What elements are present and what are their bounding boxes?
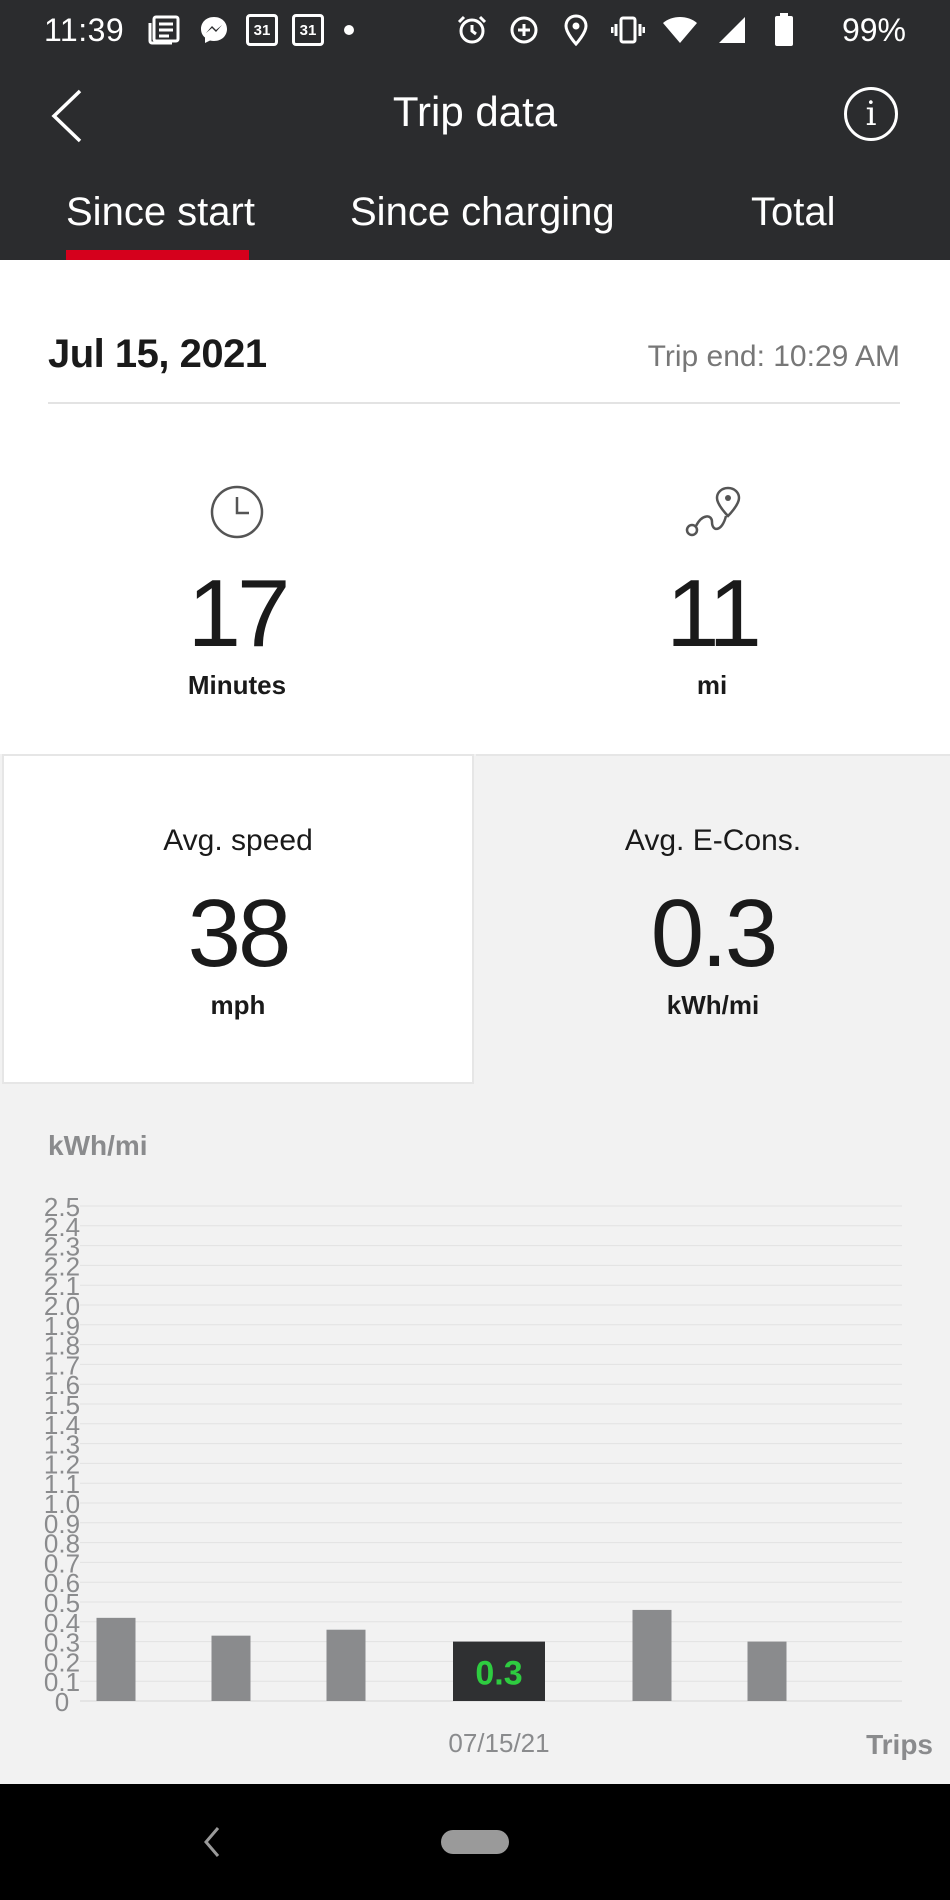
- system-nav-bar: [0, 1784, 950, 1900]
- avg-econs-card[interactable]: Avg. E-Cons. 0.3 kWh/mi: [476, 754, 950, 1084]
- avg-speed-label: Avg. speed: [163, 824, 313, 857]
- active-tab-indicator: [66, 250, 249, 260]
- duration-value: 17: [187, 560, 291, 667]
- bar: [747, 1641, 787, 1701]
- status-time: 11:39: [44, 12, 125, 48]
- nav-back-icon[interactable]: [196, 1820, 226, 1864]
- avg-speed-unit: mph: [210, 990, 266, 1020]
- divider: [48, 402, 900, 404]
- status-left-icons: 31 31: [146, 12, 354, 48]
- chart-x-axis-label: Trips: [866, 1729, 933, 1760]
- bar: [96, 1617, 136, 1701]
- data-saver-icon: [506, 12, 542, 48]
- bar: [632, 1609, 672, 1701]
- route-icon: [685, 486, 741, 537]
- trip-end-time: Trip end: 10:29 AM: [647, 340, 900, 373]
- messenger-icon: [196, 12, 232, 48]
- status-right-icons: [454, 12, 802, 48]
- status-bar: 11:39 31 31 99%: [0, 0, 950, 60]
- tab-total[interactable]: Total: [751, 190, 836, 260]
- location-icon: [558, 12, 594, 48]
- distance-unit: mi: [696, 670, 728, 700]
- distance-value: 11: [666, 560, 762, 667]
- stat-cards: Avg. speed 38 mph Avg. E-Cons. 0.3 kWh/m…: [0, 754, 950, 1084]
- clock-icon: [210, 485, 264, 539]
- avg-econs-unit: kWh/mi: [666, 990, 760, 1020]
- distance-metric: 11 mi: [562, 482, 862, 701]
- news-icon: [146, 12, 182, 48]
- battery-percentage: 99%: [841, 12, 906, 48]
- vibrate-icon: [610, 12, 646, 48]
- calendar-icon: 31: [246, 14, 278, 46]
- page-title: Trip data: [392, 88, 558, 135]
- chart-canvas: 00.10.20.30.40.50.60.70.80.91.01.11.21.3…: [44, 1192, 933, 1760]
- app-header: Trip data i Since start Since charging T…: [0, 60, 950, 260]
- trip-summary: Jul 15, 2021 Trip end: 10:29 AM 17 Minut…: [0, 260, 950, 754]
- y-tick-label: 2.5: [44, 1192, 80, 1222]
- avg-speed-card[interactable]: Avg. speed 38 mph: [2, 754, 474, 1084]
- dot-icon: [344, 25, 354, 35]
- consumption-chart[interactable]: kWh/mi 0 0.1 0.2 0.3 0.4 0.5 0.6 0.7 0.8 0.9 1.0 1.…: [0, 1084, 950, 1784]
- tab-since-charging[interactable]: Since charging: [350, 190, 615, 260]
- selected-bar-date: 07/15/21: [448, 1728, 549, 1758]
- selected-bar-value: 0.3: [475, 1654, 522, 1692]
- battery-icon: [766, 12, 802, 48]
- duration-unit: Minutes: [187, 670, 287, 700]
- info-icon: i: [865, 94, 877, 134]
- avg-econs-label: Avg. E-Cons.: [624, 824, 802, 857]
- duration-metric: 17 Minutes: [87, 482, 387, 701]
- calendar-icon: 31: [292, 14, 324, 46]
- info-button[interactable]: i: [844, 87, 898, 141]
- signal-icon: [714, 12, 750, 48]
- wifi-icon: [662, 12, 698, 48]
- alarm-icon: [454, 12, 490, 48]
- nav-home-pill[interactable]: [441, 1830, 509, 1854]
- avg-econs-value: 0.3: [650, 880, 778, 987]
- avg-speed-value: 38: [187, 880, 292, 987]
- bar: [326, 1629, 366, 1701]
- trip-date: Jul 15, 2021: [48, 332, 267, 376]
- bar: [211, 1635, 251, 1701]
